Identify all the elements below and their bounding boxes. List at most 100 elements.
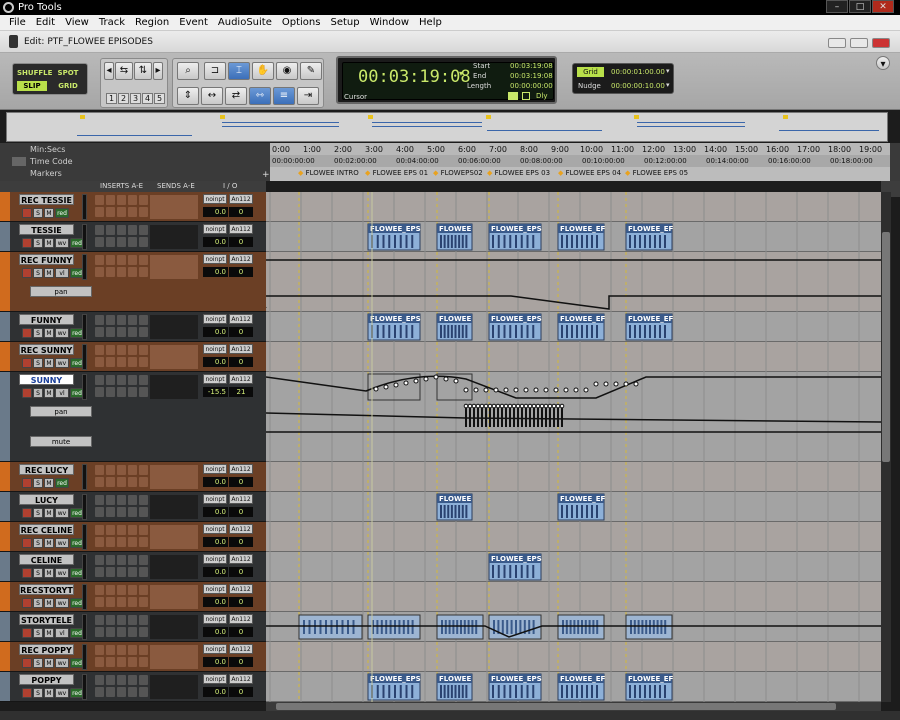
sends-slots[interactable] (150, 645, 198, 669)
track-name[interactable]: STORYTELE (19, 614, 74, 625)
volume-readout[interactable]: 0.0 (203, 507, 228, 517)
horizontal-zoom-icon[interactable]: ⇆ (115, 62, 133, 80)
output-selector[interactable]: An112 (229, 254, 253, 264)
mute-button[interactable]: M (44, 508, 54, 518)
grid-mode[interactable]: GRID (53, 81, 83, 91)
record-enable-button[interactable] (22, 538, 32, 548)
track-name[interactable]: SUNNY (19, 374, 74, 385)
delay-icon[interactable] (522, 92, 530, 100)
menu-region[interactable]: Region (130, 17, 174, 28)
solo-button[interactable]: S (33, 388, 43, 398)
markers-ruler[interactable]: ◆ FLOWEE INTRO ◆ FLOWEE EPS 01 ◆ FLOWEPS… (270, 167, 890, 181)
close-icon[interactable]: ✕ (872, 0, 894, 13)
grid-dropdown-icon[interactable]: ▾ (666, 67, 670, 75)
zoom-preset-1[interactable]: 1 (106, 93, 117, 104)
track-view-selector[interactable]: vl (55, 388, 69, 398)
counter-dropdown-icon[interactable]: ▾ (459, 69, 463, 78)
menu-audiosuite[interactable]: AudioSuite (213, 17, 277, 28)
solo-button[interactable]: S (33, 328, 43, 338)
record-enable-button[interactable] (22, 328, 32, 338)
end-value[interactable]: 00:03:19:08 (510, 72, 553, 80)
region-label[interactable]: FLOWEE_EPS (491, 555, 542, 563)
track-view-selector[interactable]: wv (55, 538, 69, 548)
volume-readout[interactable]: 0.0 (203, 657, 228, 667)
midi-input-icon[interactable] (508, 92, 518, 100)
grid-label[interactable]: Grid (577, 67, 604, 77)
vertical-zoom-icon[interactable]: ⇅ (134, 62, 152, 80)
record-enable-button[interactable] (22, 238, 32, 248)
timeline-canvas[interactable]: FLOWEE_EPS FLOWEE FLOWEE_EPS FLOWEE_EF FLOWE… (266, 192, 881, 702)
input-selector[interactable]: noinpt (203, 674, 227, 684)
marker-eps-01[interactable]: ◆ FLOWEE EPS 01 (365, 169, 428, 177)
volume-readout[interactable]: 0.0 (203, 237, 228, 247)
pan-readout[interactable]: 0 (229, 237, 253, 247)
zoom-preset-5[interactable]: 5 (154, 93, 165, 104)
volume-readout[interactable]: 0.0 (203, 567, 228, 577)
input-selector[interactable]: noinpt (203, 614, 227, 624)
track-name[interactable]: REC SUNNY (19, 344, 74, 355)
record-enable-button[interactable] (22, 688, 32, 698)
inserts-slots[interactable] (95, 225, 148, 249)
solo-button[interactable]: S (33, 688, 43, 698)
marker-flowee-intro[interactable]: ◆ FLOWEE INTRO (298, 169, 359, 177)
track-rec-lucy[interactable]: REC LUCY S Mred noinpt An112 0.0 0 (0, 462, 266, 492)
sends-slots[interactable] (150, 675, 198, 699)
link-timeline-icon[interactable]: ↔ (201, 87, 223, 105)
sends-slots[interactable] (150, 585, 198, 609)
input-selector[interactable]: noinpt (203, 194, 227, 204)
main-counter-value[interactable]: 00:03:19:08 (358, 67, 471, 87)
track-rec-tessie[interactable]: REC TESSIE S Mred noinpt An112 0.0 0 (0, 192, 266, 222)
track-view-selector[interactable]: wv (55, 598, 69, 608)
output-selector[interactable]: An112 (229, 314, 253, 324)
track-rec-celine[interactable]: REC CELINE S Mwv red noinpt An112 0.0 0 (0, 522, 266, 552)
track-name[interactable]: REC CELINE (19, 524, 74, 535)
solo-button[interactable]: S (33, 598, 43, 608)
mute-button[interactable]: M (44, 568, 54, 578)
spot-mode[interactable]: SPOT (53, 68, 83, 78)
record-enable-button[interactable] (22, 658, 32, 668)
mute-button[interactable]: M (44, 658, 54, 668)
horizontal-scrollbar[interactable] (266, 702, 881, 711)
region-label[interactable]: FLOWEE_EF (560, 315, 606, 323)
record-enable-button[interactable] (22, 478, 32, 488)
grabber-tool-icon[interactable]: ✋ (252, 62, 274, 80)
input-selector[interactable]: noinpt (203, 254, 227, 264)
sends-slots[interactable] (150, 555, 198, 579)
solo-button[interactable]: S (33, 658, 43, 668)
input-selector[interactable]: noinpt (203, 464, 227, 474)
pan-readout[interactable]: 0 (229, 507, 253, 517)
keyboard-focus-icon[interactable]: ⇥ (297, 87, 319, 105)
track-name[interactable]: REC LUCY (19, 464, 74, 475)
output-selector[interactable]: An112 (229, 374, 253, 384)
input-selector[interactable]: noinpt (203, 524, 227, 534)
mute-button[interactable]: M (44, 478, 54, 488)
input-selector[interactable]: noinpt (203, 644, 227, 654)
inserts-slots[interactable] (95, 555, 148, 579)
region-label[interactable]: FLOWEE_EPS (370, 225, 421, 233)
inserts-slots[interactable] (95, 375, 148, 399)
output-selector[interactable]: An112 (229, 344, 253, 354)
region-label[interactable]: FLOWEE_EF (628, 315, 674, 323)
region-label[interactable]: FLOWEE_EF (628, 225, 674, 233)
region-label[interactable]: FLOWEE_EPS (491, 225, 542, 233)
volume-readout[interactable]: 0.0 (203, 687, 228, 697)
pan-readout[interactable]: 0 (229, 657, 253, 667)
menu-help[interactable]: Help (414, 17, 447, 28)
pan-readout[interactable]: 0 (229, 327, 253, 337)
track-voice-button[interactable]: red (55, 208, 69, 218)
menu-options[interactable]: Options (277, 17, 326, 28)
solo-button[interactable]: S (33, 238, 43, 248)
marker-eps-05[interactable]: ◆ FLOWEE EPS 05 (625, 169, 688, 177)
marker-eps-03[interactable]: ◆ FLOWEE EPS 03 (487, 169, 550, 177)
pan-readout[interactable]: 0 (229, 267, 253, 277)
link-track-icon[interactable]: ⇄ (225, 87, 247, 105)
session-overview[interactable] (6, 112, 888, 142)
zoom-in-right-icon[interactable]: ▸ (153, 62, 163, 80)
mute-button[interactable]: M (44, 328, 54, 338)
nudge-label[interactable]: Nudge (578, 82, 601, 90)
track-view-selector[interactable]: wv (55, 508, 69, 518)
mute-button[interactable]: M (44, 598, 54, 608)
pan-readout[interactable]: 0 (229, 567, 253, 577)
inserts-slots[interactable] (95, 465, 148, 489)
minsecs-ruler[interactable]: 0:00 1:00 2:00 3:00 4:00 5:00 6:00 7:00 … (270, 143, 890, 155)
